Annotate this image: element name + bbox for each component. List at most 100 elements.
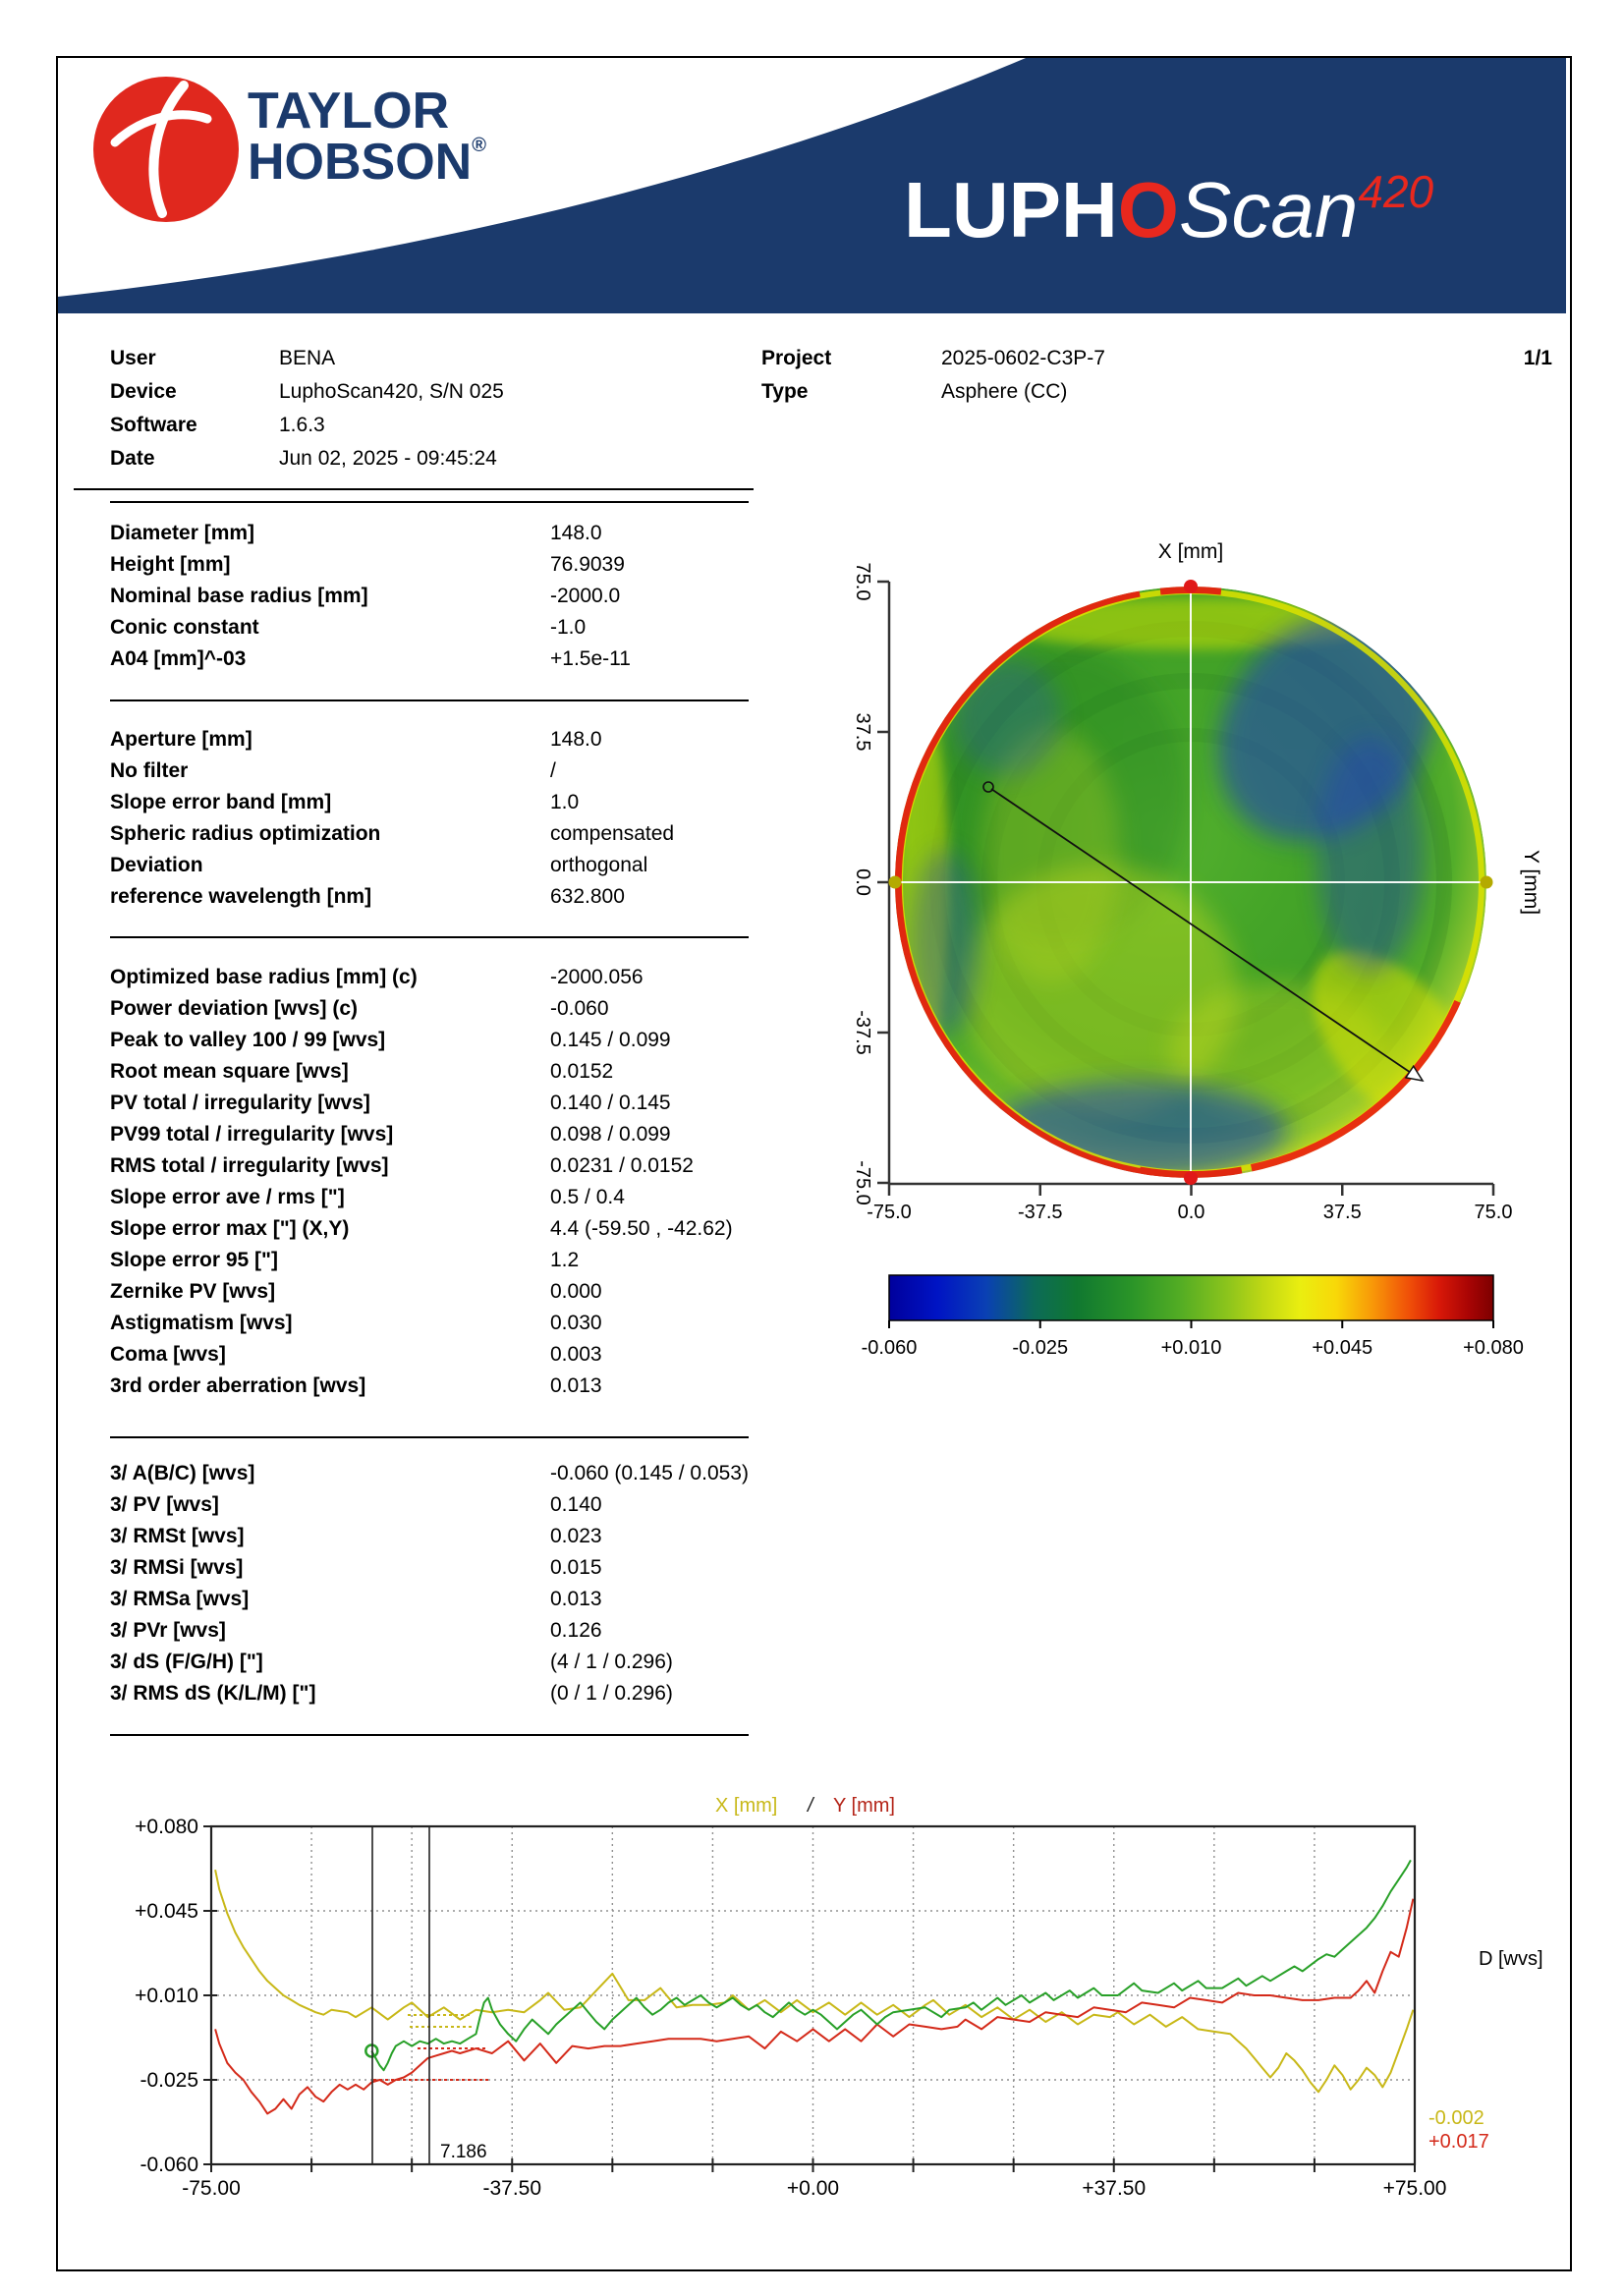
chart-right-axis-label: D [wvs]: [1479, 1948, 1543, 1970]
svg-text:+0.010: +0.010: [1161, 1337, 1222, 1359]
y-profile-end-value: +0.017: [1428, 2131, 1489, 2153]
param-row: 3/ A(B/C) [wvs]-0.060 (0.145 / 0.053): [110, 1458, 994, 1489]
svg-text:75.0: 75.0: [852, 563, 873, 601]
svg-text:-37.5: -37.5: [852, 1010, 873, 1055]
product-part-scan: Scan: [1179, 166, 1358, 253]
param-row: 3/ dS (F/G/H) ["](4 / 1 / 0.296): [110, 1647, 994, 1678]
svg-text:+0.080: +0.080: [135, 1816, 198, 1838]
param-label: Peak to valley 100 / 99 [wvs]: [110, 1025, 550, 1056]
table-divider-line: [110, 1436, 749, 1438]
param-label: 3/ A(B/C) [wvs]: [110, 1458, 550, 1489]
param-label: Zernike PV [wvs]: [110, 1276, 550, 1308]
param-label: Height [mm]: [110, 549, 550, 581]
taylor-hobson-logo-icon: [93, 77, 239, 222]
info-row-type: TypeAsphere (CC): [761, 375, 1067, 409]
svg-text:-75.0: -75.0: [867, 1202, 912, 1223]
param-value: 0.003: [550, 1339, 602, 1371]
param-value: (0 / 1 / 0.296): [550, 1678, 673, 1709]
param-label: Aperture [mm]: [110, 724, 550, 756]
param-value: 76.9039: [550, 549, 625, 581]
chart-x-tick-labels: -75.00 -37.50 +0.00 +37.50 +75.00: [182, 2177, 1446, 2200]
info-row-user: UserBENA: [110, 342, 335, 375]
param-value: 0.145 / 0.099: [550, 1025, 671, 1056]
report-page: TAYLOR HOBSON® LUPHOScan420 UserBENA Dev…: [0, 0, 1624, 2295]
surface-error-map: X [mm] Y [mm] 75.0 37.5 0.0 -37.5 -75.0 …: [815, 531, 1572, 1375]
svg-text:+0.045: +0.045: [1312, 1337, 1372, 1359]
x-profile-end-value: -0.002: [1428, 2107, 1484, 2129]
param-value: (4 / 1 / 0.296): [550, 1647, 673, 1678]
param-value: +1.5e-11: [550, 644, 631, 675]
brand-line1: TAYLOR: [248, 83, 449, 140]
svg-text:0.0: 0.0: [1178, 1202, 1205, 1223]
chart-legend-separator: /: [806, 1795, 815, 1817]
info-label: Type: [761, 375, 941, 409]
info-value: Jun 02, 2025 - 09:45:24: [279, 447, 497, 470]
info-label: User: [110, 342, 279, 375]
param-label: 3/ RMSi [wvs]: [110, 1552, 550, 1584]
param-value: orthogonal: [550, 850, 647, 881]
param-value: -2000.056: [550, 962, 644, 993]
param-label: A04 [mm]^-03: [110, 644, 550, 675]
product-part-luph: LUPH: [904, 166, 1118, 253]
svg-text:37.5: 37.5: [852, 713, 873, 752]
param-row: 3/ PV [wvs]0.140: [110, 1489, 994, 1521]
map-x-axis-title: X [mm]: [1158, 540, 1224, 563]
param-label: 3/ RMS dS (K/L/M) ["]: [110, 1678, 550, 1709]
param-value: 632.800: [550, 881, 625, 913]
param-value: 0.000: [550, 1276, 602, 1308]
param-value: 0.126: [550, 1615, 602, 1647]
param-label: 3/ PV [wvs]: [110, 1489, 550, 1521]
param-label: reference wavelength [nm]: [110, 881, 550, 913]
chart-ticks: [203, 1826, 1415, 2172]
info-value: 1.6.3: [279, 414, 325, 436]
svg-text:+37.50: +37.50: [1082, 2177, 1146, 2200]
param-label: Slope error band [mm]: [110, 787, 550, 818]
param-label: Slope error 95 ["]: [110, 1245, 550, 1276]
info-value: BENA: [279, 347, 335, 369]
colorbar: -0.060 -0.025 +0.010 +0.045 +0.080: [862, 1275, 1524, 1359]
param-label: Optimized base radius [mm] (c): [110, 962, 550, 993]
param-value: -2000.0: [550, 581, 620, 612]
param-label: Deviation: [110, 850, 550, 881]
svg-text:0.0: 0.0: [852, 868, 873, 896]
info-label: Project: [761, 342, 941, 375]
param-label: Conic constant: [110, 612, 550, 644]
param-row: 3/ RMSt [wvs]0.023: [110, 1521, 994, 1552]
product-wordmark: LUPHOScan420: [904, 165, 1433, 255]
param-value: 0.0152: [550, 1056, 613, 1088]
colorbar-labels: -0.060 -0.025 +0.010 +0.045 +0.080: [862, 1337, 1524, 1359]
param-label: Power deviation [wvs] (c): [110, 993, 550, 1025]
info-value: 2025-0602-C3P-7: [941, 347, 1105, 369]
svg-text:-37.5: -37.5: [1018, 1202, 1063, 1223]
chart-legend-y: Y [mm]: [833, 1795, 895, 1817]
svg-text:-0.025: -0.025: [1012, 1337, 1068, 1359]
cursor-gap-label: 7.186: [440, 2142, 487, 2162]
registered-mark: ®: [472, 135, 486, 156]
param-value: -1.0: [550, 612, 586, 644]
svg-text:+75.00: +75.00: [1383, 2177, 1447, 2200]
param-label: 3/ dS (F/G/H) ["]: [110, 1647, 550, 1678]
param-value: -0.060: [550, 993, 609, 1025]
chart-series-layer: [215, 1860, 1413, 2113]
chart-legend-x: X [mm]: [715, 1795, 777, 1817]
svg-text:+0.010: +0.010: [135, 1985, 198, 2007]
product-part-o: O: [1118, 166, 1179, 253]
info-row-project: Project2025-0602-C3P-7: [761, 342, 1105, 375]
map-disc: [895, 570, 1510, 1179]
param-value: /: [550, 756, 556, 787]
page-number: 1/1: [1474, 342, 1552, 375]
svg-text:75.0: 75.0: [1475, 1202, 1513, 1223]
cursor-dash-annotations: [373, 2015, 491, 2080]
svg-text:-0.060: -0.060: [140, 2154, 198, 2176]
param-row: 3/ RMSi [wvs]0.015: [110, 1552, 994, 1584]
param-label: 3rd order aberration [wvs]: [110, 1371, 550, 1402]
table-divider-line: [110, 501, 749, 503]
profile-chart: X [mm] / Y [mm] 7.186 +0.080 +0.045 +0.0…: [79, 1788, 1592, 2220]
param-label: Coma [wvs]: [110, 1339, 550, 1371]
info-row-software: Software1.6.3: [110, 409, 325, 442]
param-value: 148.0: [550, 724, 602, 756]
param-label: Slope error max ["] (X,Y): [110, 1213, 550, 1245]
param-section-4: 3/ A(B/C) [wvs]-0.060 (0.145 / 0.053)3/ …: [110, 1458, 994, 1709]
svg-text:+0.045: +0.045: [135, 1900, 198, 1923]
product-part-420: 420: [1358, 166, 1433, 217]
